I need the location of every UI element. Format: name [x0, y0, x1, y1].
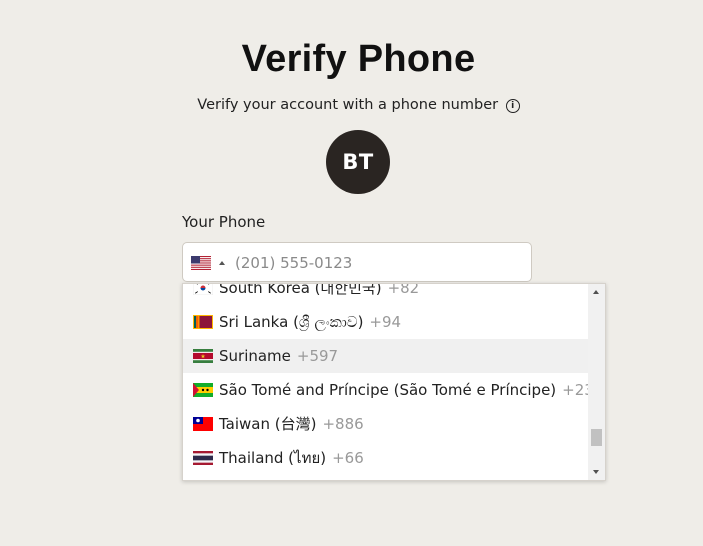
avatar: BT [326, 130, 390, 194]
country-name: Taiwan (台灣) [219, 415, 317, 433]
phone-field-label: Your Phone [182, 213, 266, 231]
taiwan-flag-icon [193, 417, 213, 431]
country-dial-code: +82 [387, 283, 420, 297]
country-list: South Korea (대한민국) +82 Sri Lanka (ශ්‍රී ල… [183, 283, 603, 475]
phone-input-container [182, 242, 532, 282]
country-dial-code: +597 [296, 347, 339, 365]
country-option[interactable]: Taiwan (台灣) +886 [183, 407, 589, 441]
country-option[interactable]: São Tomé and Príncipe (São Tomé e Prínci… [183, 373, 603, 407]
country-name: Thailand (ไทย) [219, 449, 327, 467]
info-icon[interactable]: i [505, 99, 520, 113]
scroll-down-arrow-icon[interactable] [593, 470, 599, 474]
country-dial-code: +94 [369, 313, 402, 331]
suriname-flag-icon [193, 349, 213, 363]
country-dropdown[interactable]: South Korea (대한민국) +82 Sri Lanka (ශ්‍රී ල… [182, 283, 606, 481]
country-option-highlighted[interactable]: Suriname +597 [183, 339, 589, 373]
south-korea-flag-icon [193, 284, 213, 295]
country-name: Sri Lanka (ශ්‍රී ලංකාව) [219, 313, 364, 331]
dropdown-scrollbar[interactable] [588, 284, 605, 480]
country-name: Suriname [219, 347, 291, 365]
scroll-up-arrow-icon[interactable] [593, 290, 599, 294]
country-option[interactable]: South Korea (대한민국) +82 [183, 283, 589, 305]
country-dial-code: +886 [322, 415, 364, 433]
page-title: Verify Phone [241, 38, 476, 80]
chevron-up-icon [219, 261, 225, 265]
country-select-button[interactable] [191, 256, 227, 272]
country-name: São Tomé and Príncipe (São Tomé e Prínci… [219, 381, 557, 399]
subtitle-text: Verify your account with a phone number [197, 97, 499, 113]
page-subtitle: Verify your account with a phone number … [0, 97, 703, 113]
country-dial-code: +66 [332, 449, 364, 467]
country-option[interactable]: Thailand (ไทย) +66 [183, 441, 589, 475]
country-option[interactable]: Sri Lanka (ශ්‍රී ලංකාව) +94 [183, 305, 589, 339]
sri-lanka-flag-icon [193, 315, 213, 329]
thailand-flag-icon [193, 451, 213, 465]
phone-number-input[interactable] [235, 254, 515, 272]
us-flag-icon [191, 256, 211, 270]
scrollbar-thumb[interactable] [591, 429, 602, 446]
sao-tome-flag-icon [193, 383, 213, 397]
country-name: South Korea (대한민국) [219, 283, 382, 297]
verify-phone-page: Verify Phone Verify your account with a … [0, 0, 703, 546]
